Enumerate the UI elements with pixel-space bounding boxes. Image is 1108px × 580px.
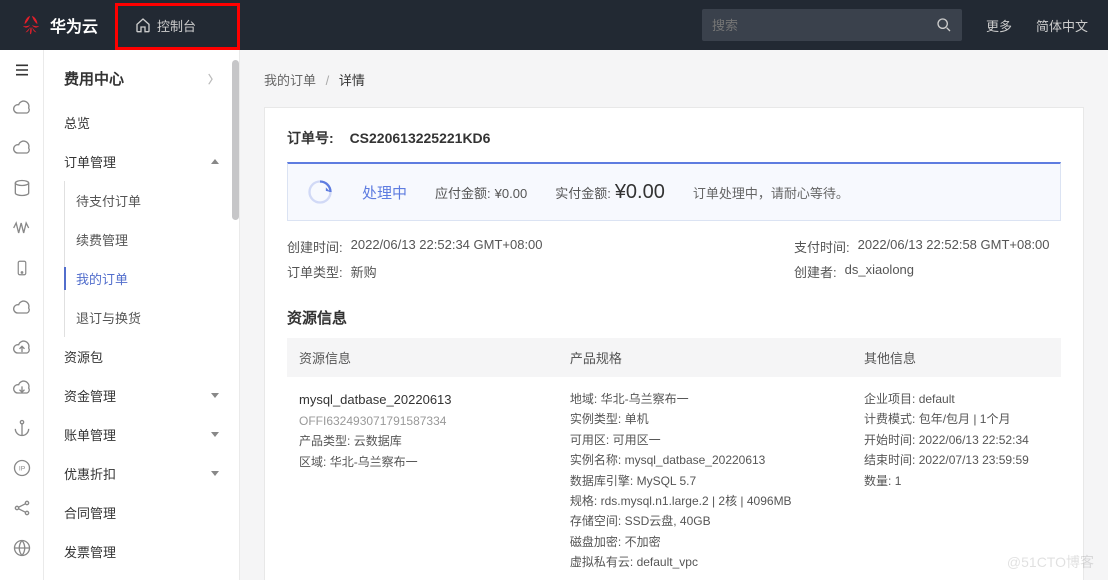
logo[interactable]: 华为云 (20, 13, 98, 37)
status-bar: 处理中 应付金额:¥0.00 实付金额:¥0.00 订单处理中，请耐心等待。 (287, 162, 1061, 221)
col-other-info: 其他信息 (852, 338, 1061, 377)
search-box[interactable] (702, 9, 962, 41)
nav-my-orders[interactable]: 我的订单 (44, 259, 239, 298)
nav-overview[interactable]: 总览 (44, 103, 239, 142)
order-number: CS220613225221KD6 (350, 130, 491, 146)
sidebar-title[interactable]: 费用中心 〉 (44, 50, 239, 103)
cloud-icon-2[interactable] (12, 138, 32, 158)
nav-resource-pack[interactable]: 资源包 (44, 337, 239, 376)
huawei-logo-icon (20, 14, 42, 36)
order-header: 订单号: CS220613225221KD6 (287, 128, 1061, 148)
nav-order-mgmt[interactable]: 订单管理 (44, 142, 239, 181)
cloud-icon-3[interactable] (12, 298, 32, 318)
search-icon[interactable] (936, 17, 952, 33)
globe-icon[interactable] (12, 538, 32, 558)
meta-creator: 创建者:ds_xiaolong (554, 262, 1061, 281)
main-content: 我的订单 / 详情 订单号: CS220613225221KD6 处理中 应付金… (240, 50, 1108, 580)
col-product-spec: 产品规格 (558, 338, 852, 377)
lang-link[interactable]: 简体中文 (1036, 16, 1088, 35)
database-icon[interactable] (12, 178, 32, 198)
cloud-upload-icon[interactable] (12, 338, 32, 358)
wave-icon[interactable] (12, 218, 32, 238)
status-note: 订单处理中，请耐心等待。 (693, 183, 849, 202)
search-input[interactable] (712, 18, 936, 33)
sidebar-scrollbar[interactable] (232, 60, 239, 572)
sidebar: 费用中心 〉 总览 订单管理 待支付订单 续费管理 我的订单 退订与换货 资源包… (44, 50, 240, 580)
breadcrumb-current: 详情 (339, 73, 365, 88)
paid-amount: 实付金额:¥0.00 (555, 181, 665, 204)
meta-order-type: 订单类型:新购 (287, 262, 554, 281)
col-resource-info: 资源信息 (287, 338, 558, 377)
more-link[interactable]: 更多 (986, 16, 1012, 35)
anchor-icon[interactable] (12, 418, 32, 438)
brand-text: 华为云 (50, 13, 98, 37)
icon-rail: IP (0, 50, 44, 580)
resources-table: 资源信息 产品规格 其他信息 mysql_datbase_20220613 OF… (287, 338, 1061, 580)
console-label: 控制台 (157, 16, 196, 35)
nav-invoice[interactable]: 发票管理 (44, 532, 239, 571)
nav-funds[interactable]: 资金管理 (44, 376, 239, 415)
device-icon[interactable] (13, 258, 31, 278)
table-row: mysql_datbase_20220613 OFFI6324930717915… (287, 377, 1061, 580)
resources-title: 资源信息 (287, 307, 1061, 328)
chevron-right-icon: 〉 (208, 71, 219, 87)
breadcrumb-parent[interactable]: 我的订单 (264, 73, 316, 88)
ip-icon[interactable]: IP (12, 458, 32, 478)
nav-bills[interactable]: 账单管理 (44, 415, 239, 454)
meta-pay-time: 支付时间:2022/06/13 22:52:58 GMT+08:00 (554, 237, 1061, 256)
caret-down-icon (211, 393, 219, 398)
processing-icon (306, 178, 334, 206)
breadcrumb: 我的订单 / 详情 (264, 70, 1084, 89)
cloud-download-icon[interactable] (12, 378, 32, 398)
nav-pending-orders[interactable]: 待支付订单 (44, 181, 239, 220)
share-icon[interactable] (12, 498, 32, 518)
caret-down-icon (211, 471, 219, 476)
menu-icon[interactable] (12, 62, 32, 78)
meta-create-time: 创建时间:2022/06/13 22:52:34 GMT+08:00 (287, 237, 554, 256)
nav-refund[interactable]: 退订与换货 (44, 298, 239, 337)
console-link[interactable]: 控制台 (135, 16, 196, 35)
home-icon (135, 17, 151, 33)
status-text: 处理中 (362, 182, 407, 203)
cloud-icon[interactable] (12, 98, 32, 118)
caret-down-icon (211, 432, 219, 437)
nav-renewal[interactable]: 续费管理 (44, 220, 239, 259)
order-card: 订单号: CS220613225221KD6 处理中 应付金额:¥0.00 实付… (264, 107, 1084, 580)
resource-id: OFFI632493071791587334 (299, 411, 546, 431)
nav-contract[interactable]: 合同管理 (44, 493, 239, 532)
caret-up-icon (211, 159, 219, 164)
topbar-divider (116, 15, 117, 35)
nav-discount[interactable]: 优惠折扣 (44, 454, 239, 493)
payable-amount: 应付金额:¥0.00 (435, 183, 527, 202)
resource-name: mysql_datbase_20220613 (299, 389, 546, 411)
svg-text:IP: IP (18, 466, 25, 473)
